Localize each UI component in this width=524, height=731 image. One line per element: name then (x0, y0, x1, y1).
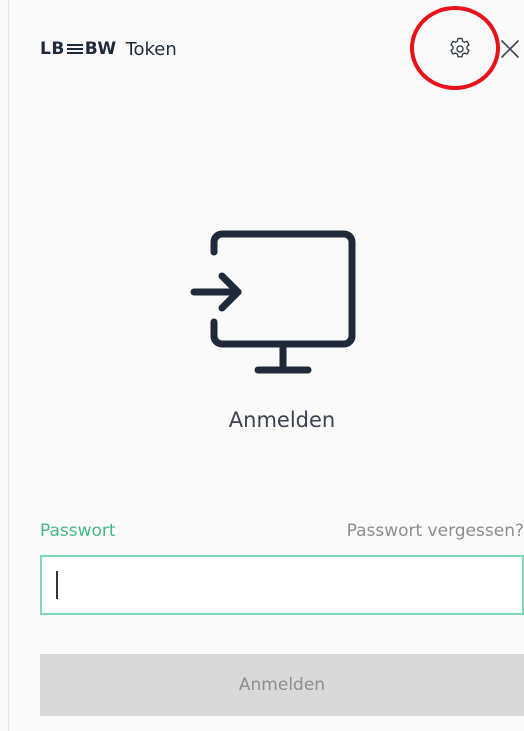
password-field[interactable] (40, 555, 524, 615)
lbbw-logo: LB BW Token (40, 36, 177, 62)
login-heading: Anmelden (228, 408, 336, 432)
password-label: Passwort (40, 521, 116, 541)
logo-text-bw: BW (84, 39, 117, 59)
login-button[interactable]: Anmelden (40, 654, 524, 716)
logo-mark: LB BW (40, 39, 117, 59)
close-button[interactable] (497, 36, 523, 62)
forgot-password-link[interactable]: Passwort vergessen? (347, 521, 524, 541)
logo-text-lb: LB (40, 39, 65, 59)
token-login-window: LB BW Token Anmelden Passwort Passwort v… (0, 0, 524, 731)
highlight-circle (410, 6, 500, 90)
app-title: Token (125, 38, 177, 60)
window-edge (8, 0, 9, 731)
logo-bars-icon (66, 43, 83, 55)
text-cursor (56, 571, 58, 599)
close-icon (501, 40, 519, 58)
login-monitor-icon (190, 230, 356, 374)
